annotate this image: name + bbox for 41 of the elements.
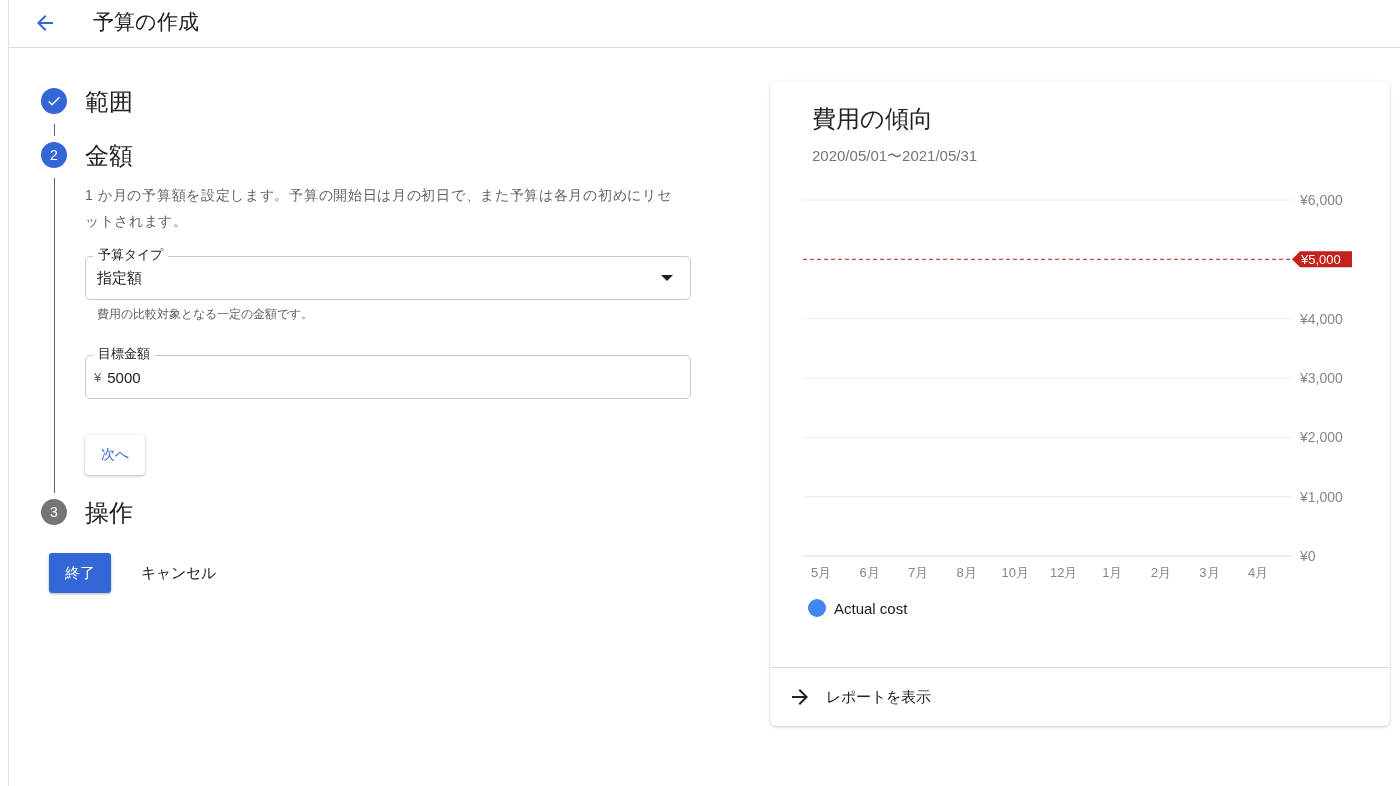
step-title: 操作 bbox=[85, 499, 134, 527]
legend-label: Actual cost bbox=[834, 599, 908, 617]
caret-icon bbox=[661, 275, 673, 281]
next-button[interactable]: 次へ bbox=[85, 435, 145, 475]
helper-text: 費用の比較対象となる一定の金額です。 bbox=[96, 306, 314, 323]
axis-tick-label: ¥0 bbox=[1300, 548, 1316, 564]
step-description: 1 か月の予算額を設定します。予算の開始日は月の初日で、また予算は各月の初めにリセットされます。 bbox=[85, 186, 673, 231]
axis-tick-label: ¥1,000 bbox=[1300, 488, 1343, 505]
axis-tick-label: 1月 bbox=[1102, 565, 1123, 580]
axis-tick-label: 6月 bbox=[859, 565, 880, 580]
step-title: 範囲 bbox=[85, 88, 134, 116]
page-title: 予算の作成 bbox=[93, 8, 199, 35]
field-label: 目標金額 bbox=[93, 345, 155, 363]
budget-marker: ¥5,000 bbox=[1292, 251, 1352, 268]
target-amount-field[interactable]: 目標金額 ¥ 5000 bbox=[85, 345, 691, 399]
currency-prefix: ¥ bbox=[94, 369, 102, 385]
ref-line-label: ¥5,000 bbox=[1300, 252, 1341, 268]
axis-tick-label: 12月 bbox=[1050, 565, 1078, 580]
step-number-badge: 3 bbox=[41, 499, 67, 525]
axis-tick-label: 3月 bbox=[1199, 565, 1220, 580]
budget-type-dropdown[interactable]: 予算タイプ 指定額 bbox=[85, 246, 691, 300]
axis-tick-label: 5月 bbox=[810, 565, 832, 580]
axis-tick-label: ¥6,000 bbox=[1300, 192, 1343, 208]
axis-tick-label: 7月 bbox=[908, 565, 929, 580]
axis-tick-label: 10月 bbox=[1001, 565, 1029, 580]
field-label: 予算タイプ bbox=[93, 246, 168, 264]
input-value: 5000 bbox=[107, 368, 141, 386]
view-report-link[interactable]: レポートを表示 bbox=[770, 667, 1390, 726]
cancel-button[interactable]: キャンセル bbox=[125, 553, 232, 593]
dropdown-value: 指定額 bbox=[97, 268, 142, 288]
step-title: 金額 bbox=[85, 142, 134, 170]
finish-button[interactable]: 終了 bbox=[49, 553, 111, 593]
axis-tick-label: ¥2,000 bbox=[1300, 429, 1343, 446]
axis-tick-label: ¥4,000 bbox=[1300, 310, 1343, 327]
axis-tick-label: 8月 bbox=[956, 565, 977, 580]
axis-tick-label: ¥3,000 bbox=[1300, 370, 1343, 386]
date-range: 2020/05/01〜2021/05/31 bbox=[811, 146, 979, 166]
axis-tick-label: 2月 bbox=[1150, 565, 1171, 580]
step-number-badge: 2 bbox=[41, 142, 67, 168]
card-title: 費用の傾向 bbox=[811, 104, 934, 134]
axis-tick-label: 4月 bbox=[1247, 565, 1269, 580]
